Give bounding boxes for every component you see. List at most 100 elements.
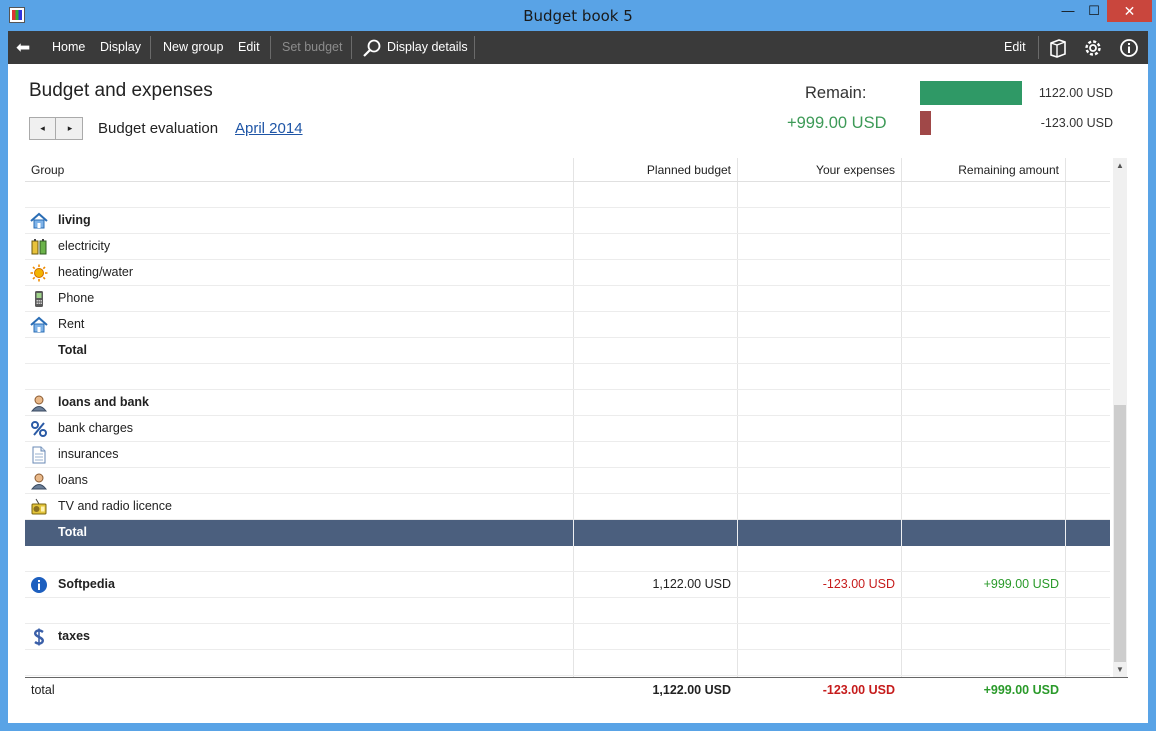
table-row[interactable]: Phone — [25, 286, 1110, 312]
row-planned — [574, 338, 731, 363]
home-button[interactable]: Home — [52, 31, 85, 64]
table-row[interactable]: electricity — [25, 234, 1110, 260]
budget-bar-value: 1122.00 USD — [1038, 86, 1113, 100]
row-planned — [574, 182, 731, 207]
table-row[interactable]: TV and radio licence — [25, 494, 1110, 520]
total-label: total — [31, 683, 55, 697]
column-divider — [901, 520, 902, 546]
close-button[interactable]: ✕ — [1107, 0, 1152, 22]
toolbar-divider — [1038, 36, 1039, 59]
row-name: Softpedia — [58, 577, 115, 591]
edit-right-button[interactable]: Edit — [1004, 31, 1026, 64]
table-row[interactable]: living — [25, 208, 1110, 234]
app-window: Budget book 5 — ☐ ✕ ⬅ Home Display New g… — [0, 0, 1156, 731]
column-divider — [737, 520, 738, 546]
total-planned: 1,122.00 USD — [652, 683, 731, 697]
table-row[interactable]: Total — [25, 338, 1110, 364]
column-divider — [1065, 520, 1066, 546]
expense-bar — [920, 111, 931, 135]
budget-evaluation-label: Budget evaluation — [98, 120, 219, 137]
header-your-expenses[interactable]: Your expenses — [738, 158, 895, 183]
period-navigator: ◂ ▸ — [29, 117, 83, 140]
header-group[interactable]: Group — [31, 158, 64, 183]
scrollbar-thumb[interactable] — [1114, 405, 1126, 662]
house-icon — [30, 316, 48, 334]
next-period-button[interactable]: ▸ — [57, 118, 83, 139]
row-remaining: +999.00 USD — [983, 577, 1059, 591]
row-remaining — [902, 546, 1059, 571]
scroll-down-button[interactable]: ▼ — [1113, 662, 1127, 678]
row-remaining — [902, 208, 1059, 233]
row-remaining — [902, 520, 1059, 545]
table-row[interactable]: Softpedia 1,122.00 USD -123.00 USD +999.00 … — [25, 572, 1110, 598]
table-row[interactable]: Rent — [25, 312, 1110, 338]
row-expenses — [738, 182, 895, 207]
row-name: heating/water — [58, 265, 134, 279]
row-planned — [574, 286, 731, 311]
gear-icon[interactable] — [1083, 38, 1103, 58]
previous-period-button[interactable]: ◂ — [30, 118, 56, 139]
set-budget-button[interactable]: Set budget — [282, 31, 342, 64]
radio-icon — [30, 498, 48, 516]
period-link[interactable]: April 2014 — [235, 120, 303, 137]
row-expenses — [738, 312, 895, 337]
edit-button[interactable]: Edit — [238, 31, 260, 64]
row-name: loans and bank — [58, 395, 149, 409]
header-planned-budget[interactable]: Planned budget — [574, 158, 731, 183]
table-row[interactable]: taxes — [25, 624, 1110, 650]
row-remaining — [902, 650, 1059, 675]
toolbar: ⬅ Home Display New group Edit Set budget… — [8, 31, 1148, 64]
person-icon — [30, 394, 48, 412]
table-row[interactable]: loans — [25, 468, 1110, 494]
table-row[interactable] — [25, 182, 1110, 208]
book-icon[interactable] — [1048, 38, 1068, 58]
table-row[interactable]: heating/water — [25, 260, 1110, 286]
person-icon — [30, 472, 48, 490]
budget-bar — [920, 81, 1022, 105]
table-row[interactable] — [25, 598, 1110, 624]
toolbar-divider — [351, 36, 352, 59]
row-planned — [574, 546, 731, 571]
row-expenses — [738, 442, 895, 467]
row-name: Rent — [58, 317, 85, 331]
row-planned — [574, 624, 731, 649]
total-expenses: -123.00 USD — [822, 683, 895, 697]
row-remaining — [902, 338, 1059, 363]
table-row[interactable] — [25, 364, 1110, 390]
row-remaining — [902, 442, 1059, 467]
scroll-up-button[interactable]: ▲ — [1113, 158, 1127, 174]
table-row[interactable]: loans and bank — [25, 390, 1110, 416]
row-remaining — [902, 624, 1059, 649]
dollar-icon — [30, 628, 48, 646]
row-planned — [574, 390, 731, 415]
table-row[interactable] — [25, 546, 1110, 572]
table-row[interactable] — [25, 650, 1110, 676]
percent-icon — [30, 420, 48, 438]
magnifier-icon[interactable] — [362, 38, 382, 58]
table-row[interactable]: bank charges — [25, 416, 1110, 442]
window-title: Budget book 5 — [523, 7, 633, 25]
info-icon[interactable] — [1119, 38, 1139, 58]
row-expenses — [738, 468, 895, 493]
row-name: bank charges — [58, 421, 134, 435]
table-row[interactable]: Total — [25, 520, 1110, 546]
back-arrow-icon[interactable]: ⬅ — [16, 31, 30, 64]
row-expenses — [738, 598, 895, 623]
row-name: electricity — [58, 239, 111, 253]
new-group-button[interactable]: New group — [163, 31, 223, 64]
sun-icon — [30, 264, 48, 282]
minimize-button[interactable]: — — [1055, 0, 1081, 22]
toolbar-divider — [150, 36, 151, 59]
row-planned — [574, 416, 731, 441]
header-remaining-amount[interactable]: Remaining amount — [902, 158, 1059, 183]
table-row[interactable]: insurances — [25, 442, 1110, 468]
maximize-button[interactable]: ☐ — [1081, 0, 1107, 22]
vertical-scrollbar[interactable]: ▲ ▼ — [1113, 158, 1127, 678]
row-planned — [574, 442, 731, 467]
row-planned — [574, 650, 731, 675]
row-expenses — [738, 416, 895, 441]
display-details-button[interactable]: Display details — [387, 31, 468, 64]
row-remaining — [902, 312, 1059, 337]
display-button[interactable]: Display — [100, 31, 141, 64]
toolbar-divider — [270, 36, 271, 59]
